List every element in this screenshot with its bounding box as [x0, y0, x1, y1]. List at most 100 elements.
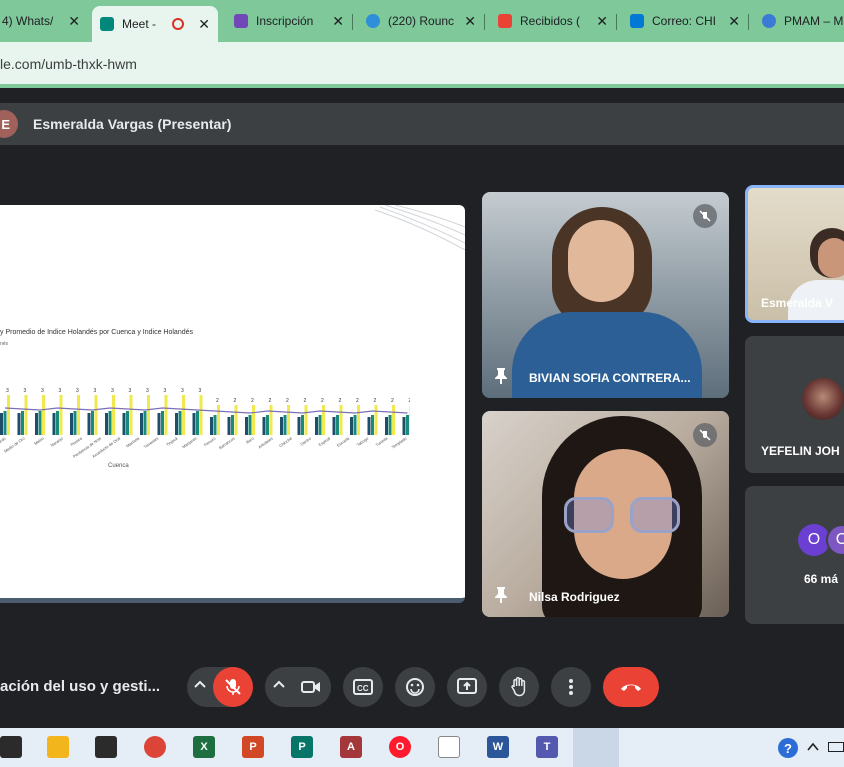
url-text[interactable]: le.com/umb-thxk-hwm: [0, 56, 137, 72]
chart-bar: [301, 415, 304, 435]
tab-pmam[interactable]: PMAM – M: [754, 6, 844, 36]
help-icon[interactable]: ?: [778, 738, 798, 758]
tab-title: 4) Whats/: [2, 14, 54, 28]
address-bar[interactable]: le.com/umb-thxk-hwm: [0, 42, 844, 84]
chart-bar-label: 2: [286, 398, 289, 404]
excel-icon[interactable]: X: [193, 736, 215, 758]
chart-bar: [59, 395, 63, 435]
close-icon[interactable]: ✕: [332, 13, 344, 30]
chevron-up-icon[interactable]: [272, 677, 286, 696]
chart-bar: [252, 405, 255, 435]
forms-icon: [234, 14, 248, 28]
chart-bar: [318, 415, 322, 435]
participant-name: Esmeralda V: [761, 296, 834, 310]
chart-bar: [161, 411, 164, 435]
chevron-up-icon[interactable]: [806, 740, 820, 758]
chart-tick-label: Torrentes: [143, 436, 160, 450]
chart-bar: [196, 411, 199, 435]
chart-bar: [105, 413, 108, 435]
chart-bar-label: 3: [199, 388, 202, 394]
network-icon[interactable]: [828, 742, 844, 752]
opera-icon[interactable]: O: [389, 736, 411, 758]
access-icon[interactable]: A: [340, 736, 362, 758]
participant-name: Nilsa Rodriguez: [529, 590, 620, 604]
participant-tile-yefelin[interactable]: YEFELIN JOH: [745, 336, 844, 473]
chart-bar-label: 3: [59, 388, 62, 394]
camera-icon[interactable]: [291, 667, 331, 707]
present-icon[interactable]: [447, 667, 487, 707]
tab-whatsapp[interactable]: 4) Whats/ ✕: [0, 6, 88, 36]
close-icon[interactable]: ✕: [198, 16, 210, 33]
participant-tile-bivian[interactable]: BIVIAN SOFIA CONTRERA...: [482, 192, 729, 398]
more-participants-tile[interactable]: O O 66 má: [745, 486, 844, 624]
site-icon: [762, 14, 776, 28]
close-icon[interactable]: ✕: [464, 13, 476, 30]
tab-title: Inscripción: [256, 14, 314, 28]
store-icon[interactable]: [95, 736, 117, 758]
pin-icon[interactable]: [494, 368, 508, 387]
meet-icon: [100, 17, 114, 31]
chart-bar-label: 2: [234, 398, 237, 404]
chrome-icon[interactable]: [144, 736, 166, 758]
captions-icon[interactable]: CC: [343, 667, 383, 707]
participant-jacket: [512, 312, 702, 398]
tab-meet[interactable]: Meet - ✕: [92, 6, 218, 42]
chart-tick-label: Tinjacá: [165, 435, 179, 447]
chart-bar: [322, 405, 325, 435]
chart-bar: [175, 413, 178, 435]
tab-title: Meet -: [122, 17, 157, 31]
teams-icon[interactable]: T: [536, 736, 558, 758]
word-icon[interactable]: W: [487, 736, 509, 758]
chart-bar: [7, 395, 10, 435]
meeting-title[interactable]: ación del uso y gesti...: [0, 678, 160, 695]
chart-tick-label: Tuneda: [375, 435, 389, 447]
participant-tile-esmeralda[interactable]: Esmeralda V: [745, 185, 844, 323]
browser-tab-bar: 4) Whats/ ✕ Meet - ✕ Inscripción ✕ (220)…: [0, 0, 844, 42]
chart-bar-label: 2: [269, 398, 272, 404]
chart-bar: [283, 415, 287, 435]
file-explorer-icon[interactable]: [47, 736, 69, 758]
publisher-icon[interactable]: P: [291, 736, 313, 758]
tab-inscripcion[interactable]: Inscripción ✕: [226, 6, 353, 36]
chart-bar: [0, 413, 3, 435]
close-icon[interactable]: ✕: [728, 13, 740, 30]
chart-bar: [147, 395, 150, 435]
chart-bar: [77, 395, 80, 435]
camera-app-icon[interactable]: [0, 736, 22, 758]
file-icon[interactable]: [438, 736, 460, 758]
tab-round[interactable]: (220) Rounc ✕: [358, 6, 485, 36]
close-icon[interactable]: ✕: [68, 13, 80, 30]
chart-bar: [112, 395, 115, 435]
close-icon[interactable]: ✕: [596, 13, 608, 30]
chart-bar: [70, 413, 73, 435]
tab-outlook[interactable]: Correo: CHI ✕: [622, 6, 749, 36]
powerpoint-icon[interactable]: P: [242, 736, 264, 758]
tab-gmail[interactable]: Recibidos ( ✕: [490, 6, 617, 36]
chart-bar-label: 3: [41, 388, 44, 394]
end-call-icon[interactable]: [603, 667, 659, 707]
glasses-right: [630, 497, 680, 533]
mic-off-icon[interactable]: [213, 667, 253, 707]
recording-icon: [172, 18, 184, 30]
chart-bar-label: 3: [24, 388, 27, 394]
participant-tile-nilsa[interactable]: Nilsa Rodriguez: [482, 411, 729, 617]
chart-bar: [231, 415, 234, 435]
chart-bar: [227, 417, 231, 435]
raise-hand-icon[interactable]: [499, 667, 539, 707]
chart-bar: [374, 405, 378, 435]
chart-bar: [402, 417, 406, 435]
chart-bar: [217, 405, 220, 435]
chart-bar: [91, 411, 94, 435]
chart-bar-label: 3: [146, 388, 149, 394]
more-vert-icon[interactable]: [551, 667, 591, 707]
chart-bar: [245, 417, 248, 435]
chart-bar: [129, 395, 133, 435]
emoji-icon[interactable]: [395, 667, 435, 707]
chart-bar: [178, 411, 182, 435]
chart-bar-label: 3: [181, 388, 184, 394]
chart-bar-label: 2: [409, 398, 411, 404]
chevron-up-icon[interactable]: [193, 677, 207, 694]
chart-bar-label: 2: [304, 398, 307, 404]
chart-bar: [371, 415, 374, 435]
pin-icon[interactable]: [494, 587, 508, 606]
